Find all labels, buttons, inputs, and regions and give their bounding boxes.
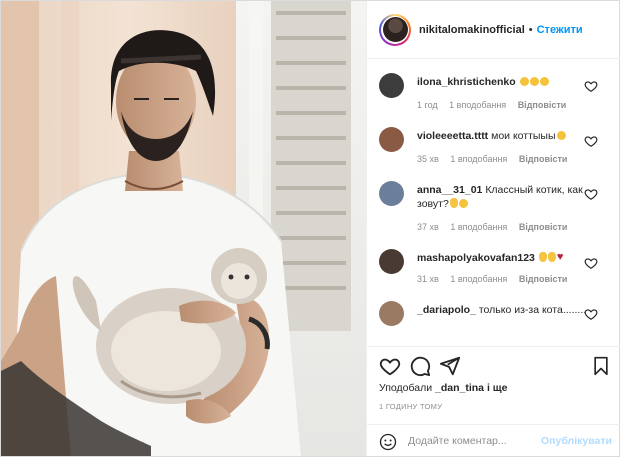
comment-text: violeeeetta.tttt мои коттыыы <box>417 129 587 143</box>
comment-likes-count[interactable]: 1 вподобання <box>450 274 507 284</box>
commenter-avatar[interactable] <box>379 73 404 98</box>
comment-likes-count[interactable]: 1 вподобання <box>449 100 506 110</box>
like-comment-heart-icon[interactable] <box>584 256 598 270</box>
reply-button[interactable]: Відповісти <box>519 274 568 284</box>
commenter-username[interactable]: _dariapolo_ <box>417 304 476 316</box>
reply-button[interactable]: Відповісти <box>519 154 568 164</box>
hand-emoji-icon <box>547 252 556 262</box>
smile-emoji-icon <box>519 77 529 86</box>
comment-likes-count[interactable]: 1 вподобання <box>450 222 507 232</box>
header-separator: • <box>528 23 533 36</box>
like-heart-icon[interactable] <box>379 355 401 377</box>
comment-time: 1 год <box>417 100 438 110</box>
like-comment-heart-icon[interactable] <box>584 307 598 321</box>
commenter-username[interactable]: violeeeetta.tttt <box>417 130 488 142</box>
post-time-ago: 1 ГОДИНУ ТОМУ <box>379 402 443 411</box>
like-comment-heart-icon[interactable] <box>584 79 598 93</box>
liker-username[interactable]: _dan_tina <box>435 382 484 394</box>
commenter-avatar[interactable] <box>379 249 404 274</box>
author-username[interactable]: nikitalomakinofficial <box>419 24 525 36</box>
hand-emoji-icon <box>538 252 547 262</box>
commenter-avatar[interactable] <box>379 301 404 326</box>
instagram-post: nikitalomakinofficial • Стежити ilona_kh… <box>0 0 620 457</box>
commenter-username[interactable]: anna__31_01 <box>417 184 482 196</box>
comment-text: mashapolyakovafan123 <box>417 250 587 265</box>
comment-body: только из-за кота........ <box>478 304 587 316</box>
post-photo-illustration <box>1 1 366 456</box>
commenter-avatar[interactable] <box>379 181 404 206</box>
comment-text: _dariapolo_ только из-за кота........ <box>417 303 587 317</box>
likes-more-link[interactable]: і ще <box>487 382 508 394</box>
emoji-picker-icon[interactable] <box>379 433 397 451</box>
hand-emoji-icon <box>449 198 458 208</box>
comment-bubble-icon[interactable] <box>409 355 431 377</box>
post-actions: Уподобали _dan_tina і ще 1 ГОДИНУ ТОМУ О… <box>367 346 620 456</box>
publish-button[interactable]: Опублікувати <box>541 435 612 447</box>
comment-time: 37 хв <box>417 222 439 232</box>
comment-meta: 31 хв 1 вподобання Відповісти <box>417 274 576 284</box>
comment-likes-count[interactable]: 1 вподобання <box>450 154 507 164</box>
comment-emojis <box>538 250 567 264</box>
add-comment-bar: Опублікувати <box>367 424 620 457</box>
follow-button[interactable]: Стежити <box>537 24 583 36</box>
share-send-icon[interactable] <box>439 355 461 377</box>
smile-emoji-icon <box>529 77 539 86</box>
reply-button[interactable]: Відповісти <box>518 100 567 110</box>
action-icons <box>379 355 611 379</box>
comment-text: ilona_khristichenko <box>417 75 587 89</box>
post-side-panel: nikitalomakinofficial • Стежити ilona_kh… <box>366 1 620 456</box>
comment-meta: 35 хв 1 вподобання Відповісти <box>417 154 576 164</box>
reply-button[interactable]: Відповісти <box>519 222 568 232</box>
post-photo[interactable] <box>1 1 366 456</box>
commenter-username[interactable]: mashapolyakovafan123 <box>417 252 535 264</box>
like-comment-heart-icon[interactable] <box>584 134 598 148</box>
comment-time: 35 хв <box>417 154 439 164</box>
save-bookmark-icon[interactable] <box>591 355 611 377</box>
post-header: nikitalomakinofficial • Стежити <box>367 1 620 59</box>
comment-meta: 1 год 1 вподобання Відповісти <box>417 100 575 110</box>
likes-prefix: Уподобали <box>379 382 433 394</box>
comment-emojis <box>519 76 549 88</box>
smile-emoji-icon <box>458 199 468 208</box>
commenter-avatar[interactable] <box>379 127 404 152</box>
comment-body: мои коттыыы <box>491 130 556 142</box>
red-heart-emoji-icon <box>557 250 567 264</box>
comment-text: anna__31_01 Классный котик, как зовут? <box>417 183 587 211</box>
commenter-username[interactable]: ilona_khristichenko <box>417 76 516 88</box>
comment-input[interactable] <box>408 431 538 451</box>
author-avatar[interactable] <box>379 13 411 46</box>
comment-meta: 37 хв 1 вподобання Відповісти <box>417 222 576 232</box>
comment-time: 31 хв <box>417 274 439 284</box>
likes-summary: Уподобали _dan_tina і ще <box>379 382 507 394</box>
smile-emoji-icon <box>539 77 549 86</box>
like-comment-heart-icon[interactable] <box>584 187 598 201</box>
smile-emoji-icon <box>556 131 566 140</box>
comments-list[interactable]: ilona_khristichenko 1 год 1 вподобання В… <box>367 59 620 346</box>
